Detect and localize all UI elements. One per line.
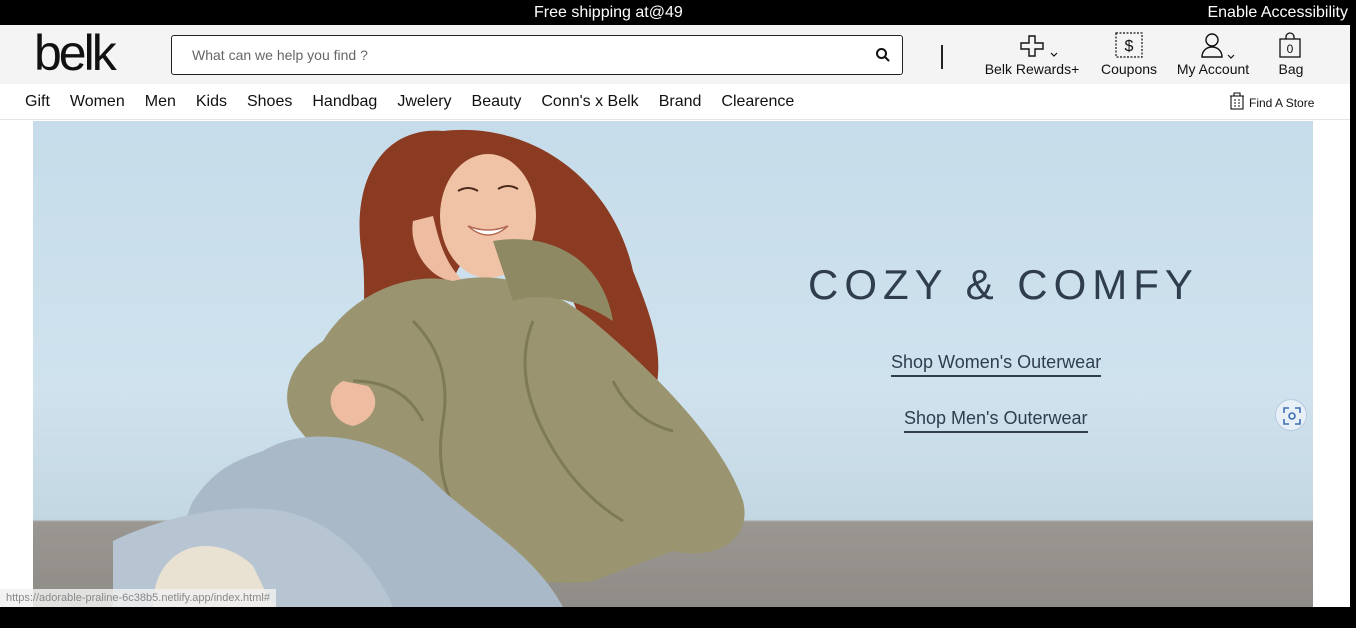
promo-text: Free shipping at@49	[534, 4, 683, 21]
category-nav: Gift Women Men Kids Shoes Handbag Jweler…	[0, 84, 1356, 120]
shop-womens-outerwear-link[interactable]: Shop Women's Outerwear	[891, 352, 1102, 377]
coupons-label: Coupons	[1100, 61, 1158, 77]
bottom-bar	[0, 607, 1356, 628]
bag-count: 0	[1286, 42, 1294, 56]
bag-button[interactable]: 0 Bag	[1273, 31, 1309, 77]
belk-rewards-label: Belk Rewards+	[984, 61, 1080, 77]
enable-accessibility-link[interactable]: Enable Accessibility	[1207, 3, 1348, 22]
user-icon	[1201, 32, 1223, 61]
chevron-down-icon	[1050, 45, 1058, 61]
nav-item-conns-x-belk[interactable]: Conn's x Belk	[541, 93, 638, 111]
nav-item-women[interactable]: Women	[70, 93, 125, 111]
scan-icon	[1283, 407, 1301, 430]
nav-item-handbag[interactable]: Handbag	[312, 93, 377, 111]
hero-title: COZY & COMFY	[808, 261, 1199, 308]
plus-icon	[1020, 35, 1044, 60]
search-icon[interactable]	[874, 46, 892, 64]
chevron-down-icon	[1227, 47, 1235, 63]
shop-mens-outerwear-link[interactable]: Shop Men's Outerwear	[904, 408, 1088, 433]
nav-item-beauty[interactable]: Beauty	[472, 93, 522, 111]
coupon-icon: $	[1115, 32, 1143, 61]
nav-item-kids[interactable]: Kids	[196, 93, 227, 111]
page: Free shipping at@49 Enable Accessibility…	[0, 0, 1356, 628]
bag-label: Bag	[1278, 61, 1304, 77]
find-a-store-link[interactable]: Find A Store	[1229, 92, 1314, 113]
status-bar-url: https://adorable-praline-6c38b5.netlify.…	[0, 589, 276, 607]
nav-list: Gift Women Men Kids Shoes Handbag Jweler…	[25, 93, 814, 111]
nav-item-jewelry[interactable]: Jwelery	[397, 93, 451, 111]
search-input[interactable]	[192, 45, 852, 65]
hero-model-image	[113, 129, 745, 607]
nav-item-brand[interactable]: Brand	[659, 93, 702, 111]
find-a-store-label: Find A Store	[1249, 95, 1315, 110]
nav-item-shoes[interactable]: Shoes	[247, 93, 292, 111]
svg-text:$: $	[1125, 38, 1134, 55]
header-divider	[941, 45, 943, 69]
nav-item-gift[interactable]: Gift	[25, 93, 50, 111]
visual-search-button[interactable]	[1275, 399, 1307, 431]
nav-item-clearance[interactable]: Clearence	[721, 93, 794, 111]
my-account-button[interactable]: My Account	[1174, 31, 1252, 77]
search-bar	[171, 35, 903, 75]
store-icon	[1229, 92, 1245, 113]
window-edge	[1350, 25, 1356, 607]
coupons-button[interactable]: $ Coupons	[1099, 31, 1159, 77]
belk-logo[interactable]: belk	[34, 28, 117, 78]
hero-banner[interactable]: COZY & COMFY Shop Women's Outerwear Shop…	[33, 121, 1313, 607]
promo-bar: Free shipping at@49 Enable Accessibility	[0, 0, 1356, 25]
my-account-label: My Account	[1176, 61, 1250, 77]
nav-item-men[interactable]: Men	[145, 93, 176, 111]
site-header: belk Belk Rewards+ $	[0, 25, 1356, 84]
belk-rewards-button[interactable]: Belk Rewards+	[984, 31, 1080, 77]
